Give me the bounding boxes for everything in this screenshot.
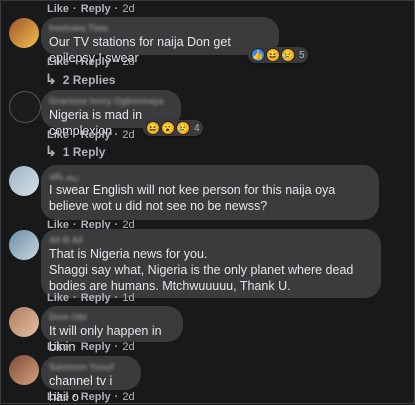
reply-link[interactable]: Reply	[81, 3, 111, 15]
timestamp: 2d	[122, 391, 135, 403]
separator: ·	[114, 341, 119, 353]
comment-author[interactable]: Graciose Ivory Ogbonnaya	[49, 95, 170, 107]
avatar[interactable]	[9, 230, 39, 260]
comment-4-meta: Like · Reply · 1d	[47, 292, 135, 304]
reply-link[interactable]: Reply	[81, 292, 111, 304]
avatar[interactable]	[9, 18, 39, 48]
separator: ·	[114, 391, 119, 403]
timestamp: 2d	[122, 341, 135, 353]
reply-link[interactable]: Reply	[81, 391, 111, 403]
separator: ·	[114, 292, 119, 304]
comment-1-meta: Like · Reply · 2d	[47, 56, 135, 68]
like-link[interactable]: Like	[47, 341, 69, 353]
reply-link[interactable]: Reply	[81, 56, 111, 68]
haha-reaction-icon: 😆	[146, 121, 160, 135]
separator: ·	[73, 292, 77, 304]
view-replies-link[interactable]: ↳ 1 Reply	[45, 143, 105, 160]
comment-bubble: Salomon Yusuf channel tv i hail o	[41, 356, 141, 404]
comment-author[interactable]: Ireoluwa Tiwa	[49, 22, 268, 34]
comment-author[interactable]: Salomon Yusuf	[49, 361, 130, 373]
comment-2-meta: Like · Reply · 2d	[47, 129, 135, 141]
reply-arrow-icon: ↳	[45, 143, 57, 159]
comment-bubble: ريم باقة I swear English will not kee pe…	[41, 165, 379, 220]
timestamp: 2d	[122, 56, 135, 68]
separator: ·	[73, 341, 77, 353]
avatar[interactable]	[9, 91, 41, 123]
comment-text: I swear English will not kee person for …	[49, 183, 339, 213]
replies-label: 1 Reply	[62, 144, 106, 159]
like-reaction-icon: 👍	[251, 48, 265, 62]
like-link[interactable]: Like	[47, 129, 69, 141]
comment-bubble: Ali B Ali That is Nigeria news for you. …	[41, 229, 381, 298]
separator: ·	[73, 391, 77, 403]
separator: ·	[114, 3, 119, 15]
like-link[interactable]: Like	[47, 3, 69, 15]
haha-reaction-icon: 😆	[266, 48, 280, 62]
comment-6-meta: Like · Reply · 2d	[47, 391, 135, 403]
separator: ·	[114, 56, 119, 68]
like-link[interactable]: Like	[47, 292, 69, 304]
separator: ·	[73, 56, 77, 68]
separator: ·	[114, 129, 119, 141]
reaction-count: 5	[299, 49, 305, 61]
comment-author[interactable]: Ali B Ali	[49, 234, 370, 246]
avatar[interactable]	[9, 307, 39, 337]
timestamp: 2d	[122, 3, 135, 15]
replies-label: 2 Replies	[62, 72, 116, 87]
reply-link[interactable]: Reply	[81, 341, 111, 353]
comment-author[interactable]: Dom Obi	[49, 311, 172, 323]
comment-bubble: Ireoluwa Tiwa Our TV stations for naija …	[41, 17, 279, 65]
like-link[interactable]: Like	[47, 56, 69, 68]
timestamp: 1d	[122, 292, 135, 304]
separator: ·	[73, 129, 77, 141]
sad-reaction-icon: 😢	[281, 48, 295, 62]
timestamp: 2d	[122, 129, 135, 141]
reply-link[interactable]: Reply	[81, 129, 111, 141]
comment-text: That is Nigeria news for you. Shaggi say…	[49, 247, 354, 293]
comment-0-meta: Like · Reply · 2d	[47, 3, 135, 15]
separator: ·	[73, 3, 77, 15]
reply-arrow-icon: ↳	[45, 71, 57, 87]
reaction-count: 4	[194, 122, 200, 134]
comment-author[interactable]: ريم باقة	[49, 170, 368, 182]
avatar[interactable]	[9, 166, 39, 196]
view-replies-link[interactable]: ↳ 2 Replies	[45, 71, 115, 88]
avatar[interactable]	[9, 355, 39, 385]
comment-5-meta: Like · Reply · 2d	[47, 341, 135, 353]
comment-bubble: Dom Obi It will only happen in binin	[41, 306, 183, 354]
wow-reaction-icon: 😮	[161, 121, 175, 135]
sad-reaction-icon: 😢	[176, 121, 190, 135]
reaction-summary[interactable]: 👍 😆 😢 5	[248, 47, 308, 63]
reaction-summary[interactable]: 😆 😮 😢 4	[143, 120, 203, 136]
like-link[interactable]: Like	[47, 391, 69, 403]
